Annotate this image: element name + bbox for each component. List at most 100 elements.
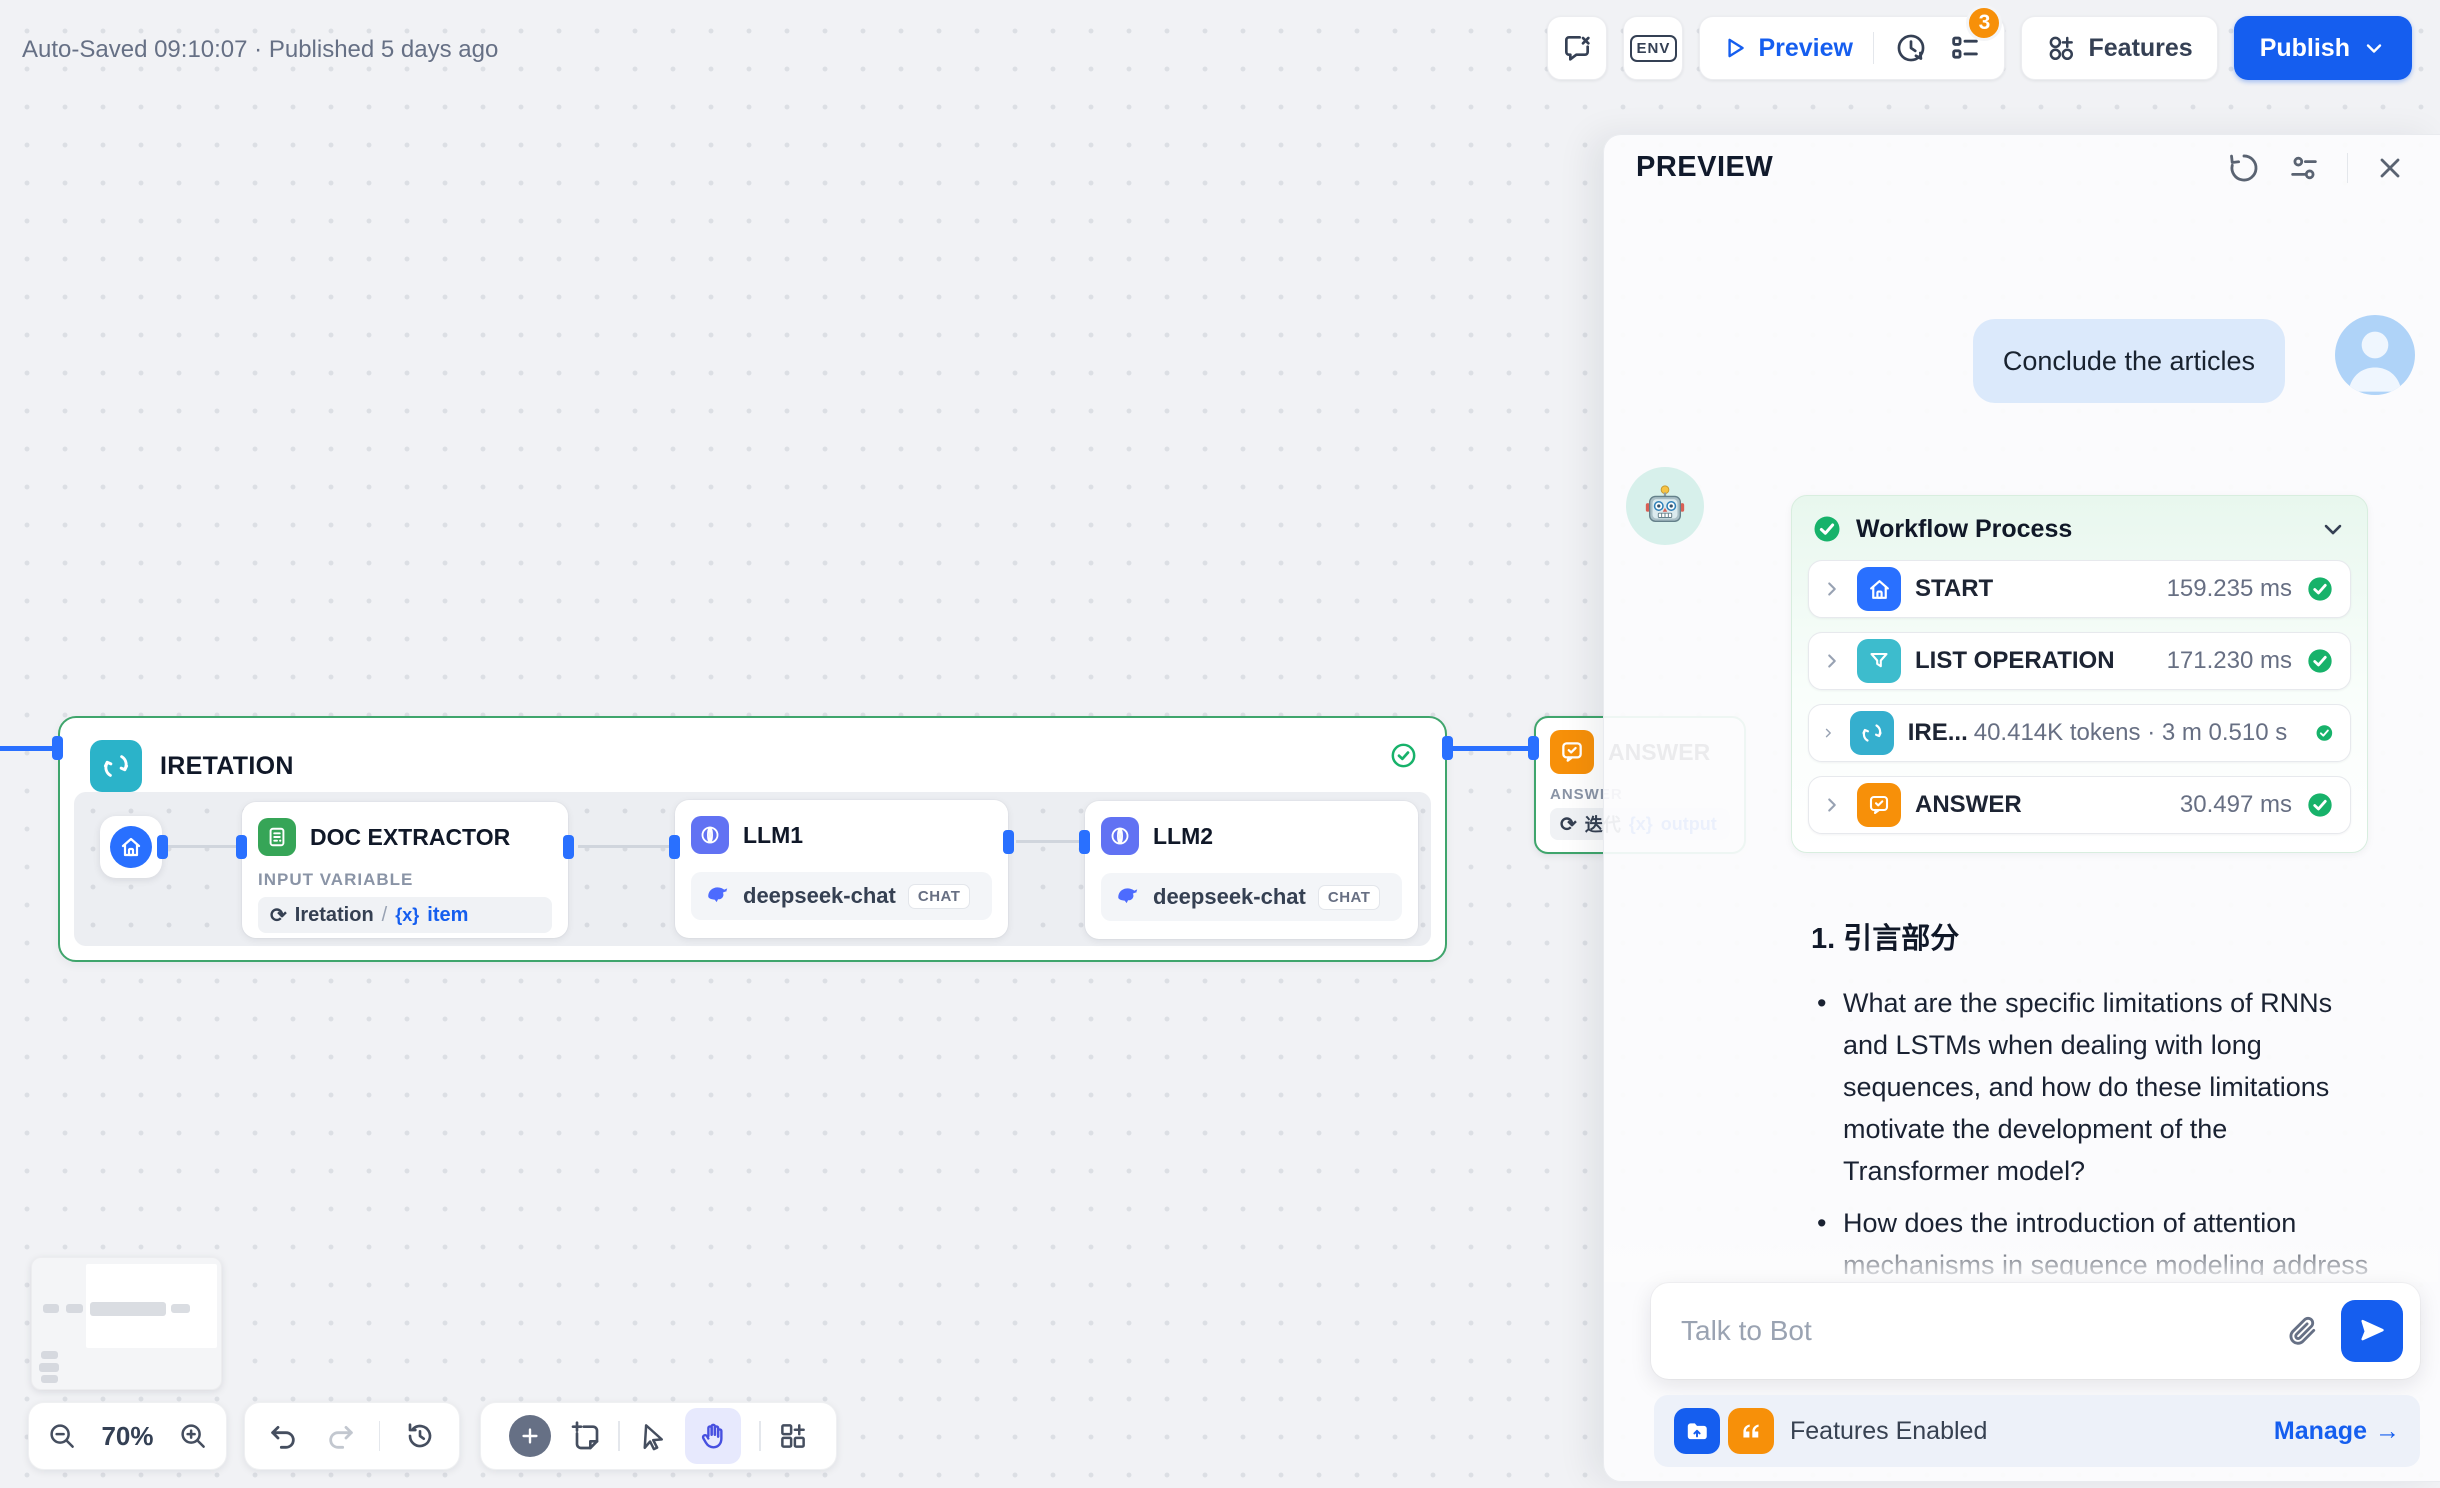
input-variable-label: INPUT VARIABLE xyxy=(258,870,552,890)
panel-title: PREVIEW xyxy=(1636,151,1773,184)
answer-icon xyxy=(1550,730,1594,774)
divider xyxy=(1873,32,1875,64)
edge-doc-to-llm1 xyxy=(578,845,672,848)
chat-input-box xyxy=(1651,1283,2420,1379)
pointer-mode-button[interactable] xyxy=(638,1421,668,1451)
redo-button[interactable] xyxy=(324,1420,356,1452)
port[interactable] xyxy=(1003,830,1014,854)
iteration-input-port[interactable] xyxy=(52,736,63,760)
port[interactable] xyxy=(236,835,247,859)
minimap-node xyxy=(41,1351,58,1359)
panel-settings-icon[interactable] xyxy=(2287,151,2321,185)
preview-group: Preview 3 xyxy=(1699,16,2005,80)
features-icon xyxy=(2046,33,2076,63)
port[interactable] xyxy=(157,835,168,859)
restart-conversation-button[interactable] xyxy=(2227,151,2261,185)
checklist-count-badge: 3 xyxy=(1966,5,2002,41)
history-controls xyxy=(244,1402,460,1470)
env-variables-button[interactable]: ENV xyxy=(1623,16,1683,80)
deepseek-logo xyxy=(1115,884,1141,910)
step-duration: 30.497 ms xyxy=(2036,791,2292,819)
zoom-in-button[interactable] xyxy=(178,1421,208,1451)
step-duration: 171.230 ms xyxy=(2129,647,2292,675)
user-message-text: Conclude the articles xyxy=(2003,346,2255,377)
zoom-level[interactable]: 70% xyxy=(101,1421,153,1452)
workflow-process-card: Workflow Process START 159.235 ms xyxy=(1791,495,2368,853)
publish-button[interactable]: Publish xyxy=(2234,16,2412,80)
preview-panel: PREVIEW Conclude the articles xyxy=(1603,134,2440,1482)
workflow-step-list-operation[interactable]: LIST OPERATION 171.230 ms xyxy=(1808,632,2351,690)
llm2-node[interactable]: LLM2 deepseek-chat CHAT xyxy=(1085,801,1418,939)
edge-llm1-to-llm2 xyxy=(1016,840,1082,843)
divider xyxy=(618,1421,620,1451)
run-history-button[interactable] xyxy=(1894,31,1928,65)
llm-icon xyxy=(1101,817,1139,855)
features-enabled-bar: Features Enabled Manage → xyxy=(1654,1395,2420,1467)
iteration-success-icon xyxy=(1390,742,1417,769)
llm1-node[interactable]: LLM1 deepseek-chat CHAT xyxy=(675,800,1008,938)
zoom-out-button[interactable] xyxy=(47,1421,77,1451)
deepseek-logo xyxy=(705,883,731,909)
iteration-icon xyxy=(1850,711,1894,755)
chat-input[interactable] xyxy=(1651,1315,2285,1347)
answer-input-port[interactable] xyxy=(1528,736,1539,760)
llm2-model-chip[interactable]: deepseek-chat CHAT xyxy=(1101,873,1402,921)
hand-mode-button[interactable] xyxy=(685,1408,741,1464)
workflow-process-header[interactable]: Workflow Process xyxy=(1792,496,2367,556)
workflow-step-answer[interactable]: ANSWER 30.497 ms xyxy=(1808,776,2351,834)
chevron-right-icon xyxy=(1821,578,1843,600)
doc-extractor-node[interactable]: DOC EXTRACTOR INPUT VARIABLE ⟳ Iretation… xyxy=(242,802,568,938)
organize-blocks-button[interactable] xyxy=(778,1421,808,1451)
step-name: START xyxy=(1915,575,1993,603)
add-note-button[interactable] xyxy=(569,1420,601,1452)
port[interactable] xyxy=(669,835,680,859)
minimap-node xyxy=(41,1375,58,1383)
checklist-button[interactable]: 3 xyxy=(1948,31,1982,65)
start-icon xyxy=(1857,567,1901,611)
file-upload-feature-icon xyxy=(1674,1408,1720,1454)
workflow-process-title: Workflow Process xyxy=(1856,515,2305,544)
answer-bullet: What are the specific limitations of RNN… xyxy=(1811,982,2369,1192)
answer-heading: 1. 引言部分 xyxy=(1811,919,2369,959)
fx-icon: {x} xyxy=(395,905,419,926)
llm1-model-name: deepseek-chat xyxy=(743,883,896,909)
chevron-right-icon xyxy=(1821,794,1843,816)
port[interactable] xyxy=(563,835,574,859)
features-button[interactable]: Features xyxy=(2021,16,2217,80)
attach-file-button[interactable] xyxy=(2285,1314,2319,1348)
zoom-controls: 70% xyxy=(28,1402,227,1470)
doc-extractor-title: DOC EXTRACTOR xyxy=(310,824,510,851)
minimap[interactable] xyxy=(31,1257,222,1390)
llm-icon xyxy=(691,816,729,854)
chat-area[interactable]: Conclude the articles xyxy=(1604,191,2440,1275)
manage-features-link[interactable]: Manage → xyxy=(2274,1417,2400,1446)
success-check-icon xyxy=(2306,791,2334,819)
port[interactable] xyxy=(1079,830,1090,854)
preview-button[interactable]: Preview xyxy=(1722,34,1853,63)
success-check-icon xyxy=(2306,575,2334,603)
llm1-model-type-badge: CHAT xyxy=(908,884,971,909)
step-name: ANSWER xyxy=(1915,791,2022,819)
citation-feature-icon xyxy=(1728,1408,1774,1454)
doc-extractor-variable-chip[interactable]: ⟳ Iretation / {x} item xyxy=(258,897,552,933)
person-icon xyxy=(2335,315,2415,395)
edge-iteration-to-answer xyxy=(1453,746,1530,751)
env-icon: ENV xyxy=(1630,35,1678,62)
workflow-step-iteration[interactable]: IRE... 40.414K tokens · 3 m 0.510 s xyxy=(1808,704,2351,762)
chevron-right-icon xyxy=(1821,650,1843,672)
close-panel-button[interactable] xyxy=(2374,152,2406,184)
chevron-down-icon xyxy=(2319,515,2347,543)
iteration-start-node[interactable] xyxy=(100,816,162,878)
add-node-button[interactable] xyxy=(509,1415,551,1457)
llm1-model-chip[interactable]: deepseek-chat CHAT xyxy=(691,872,992,920)
llm2-model-name: deepseek-chat xyxy=(1153,884,1306,910)
iteration-output-port[interactable] xyxy=(1442,736,1453,760)
undo-button[interactable] xyxy=(268,1420,300,1452)
send-message-button[interactable] xyxy=(2341,1300,2403,1362)
annotation-button[interactable] xyxy=(1547,16,1607,80)
variable-source: Iretation xyxy=(295,904,374,927)
divider xyxy=(2347,153,2349,183)
workflow-step-start[interactable]: START 159.235 ms xyxy=(1808,560,2351,618)
run-history-button[interactable] xyxy=(404,1420,436,1452)
play-icon xyxy=(1722,35,1748,61)
